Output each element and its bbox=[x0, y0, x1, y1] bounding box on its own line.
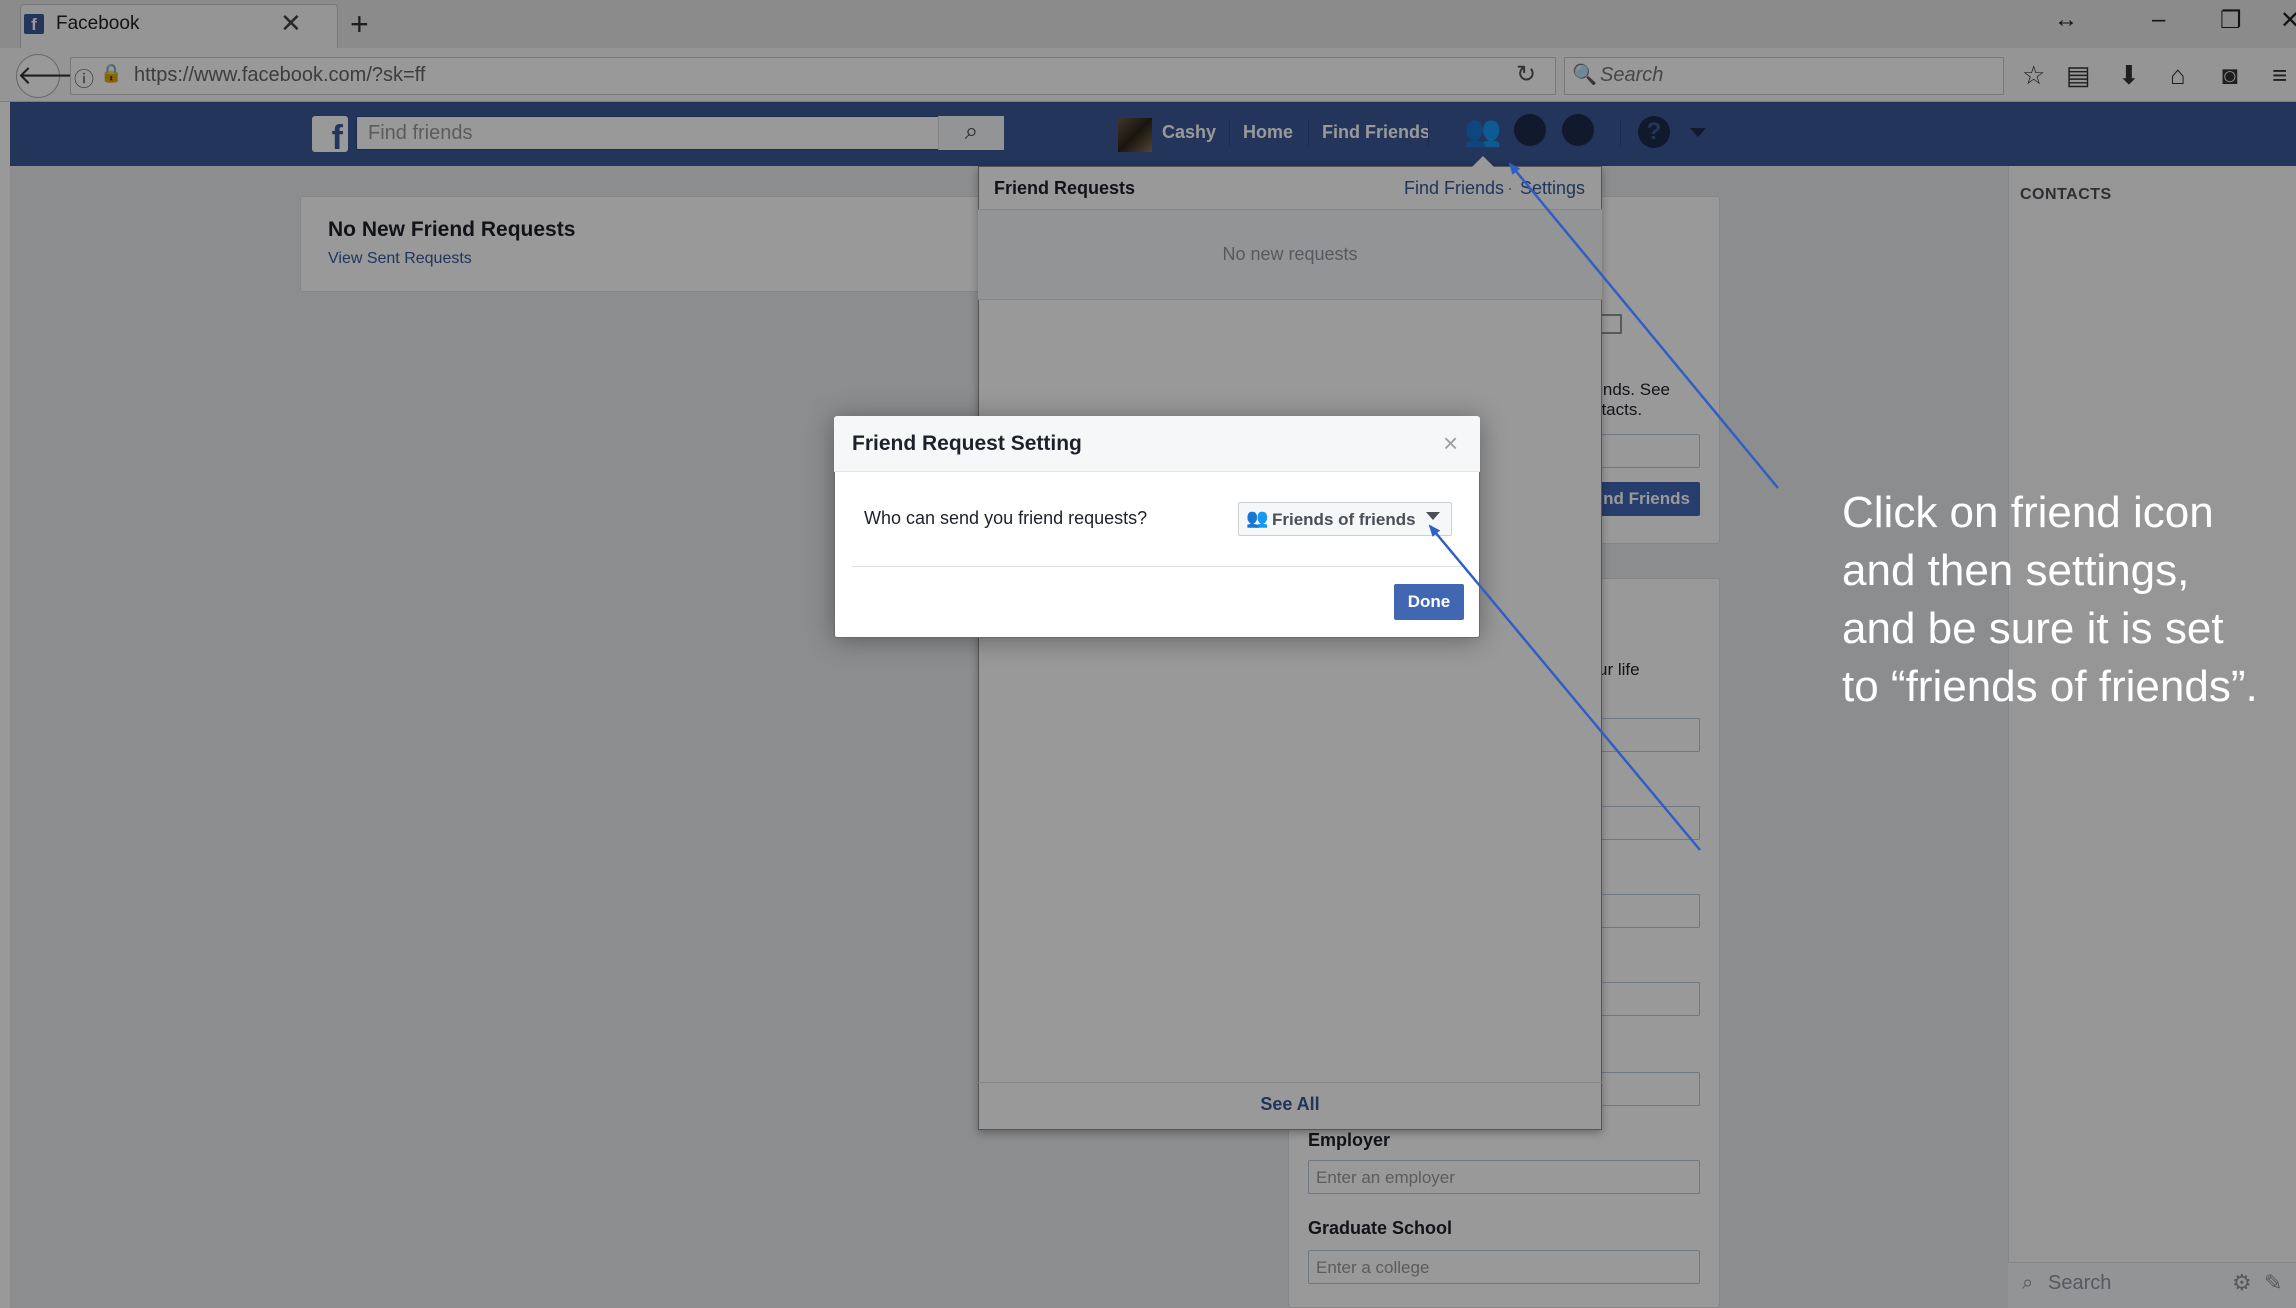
arrow-to-friend-icon bbox=[1508, 162, 1779, 489]
annotation-callout-text: Click on friend icon and then settings, … bbox=[1842, 488, 2258, 711]
arrow-to-privacy-selector bbox=[1428, 524, 1701, 851]
